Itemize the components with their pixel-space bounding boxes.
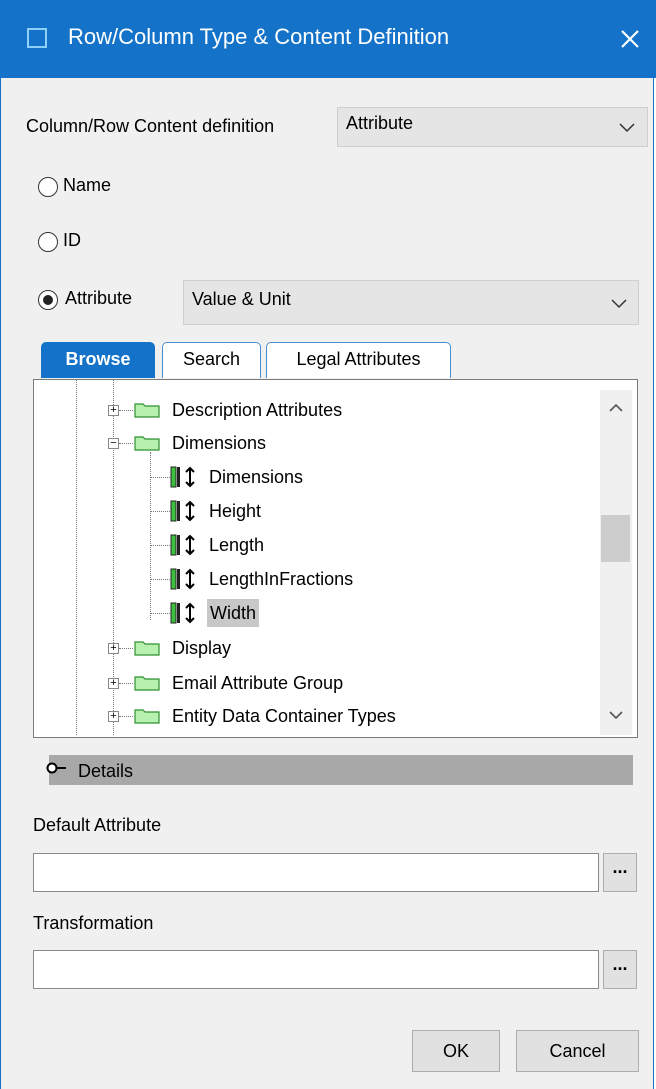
tree-item-label: Description Attributes <box>172 400 343 420</box>
expand-icon[interactable]: + <box>108 643 119 654</box>
tree-item-height[interactable]: Height <box>34 497 594 525</box>
dimension-attribute-icon <box>170 534 195 556</box>
tab-search[interactable]: Search <box>162 342 261 378</box>
tree-item-label: Length <box>209 535 265 555</box>
tree-scrollbar[interactable] <box>600 390 632 735</box>
radio-id-label: ID <box>63 230 81 250</box>
transformation-label: Transformation <box>33 913 154 933</box>
tree-item-description-attributes[interactable]: + Description Attributes <box>34 396 594 424</box>
tree-item-label-selected: Width <box>207 599 260 627</box>
tree-item-email-attribute-group[interactable]: + Email Attribute Group <box>34 669 594 697</box>
expand-icon[interactable]: + <box>108 678 119 689</box>
details-bar[interactable] <box>49 755 633 785</box>
scrollbar-thumb[interactable] <box>601 515 630 562</box>
tree-item-label: Entity Data Container Types <box>172 706 396 726</box>
dimension-attribute-icon <box>170 568 195 590</box>
tree-item-length[interactable]: Length <box>34 531 594 559</box>
tab-legal-attributes[interactable]: Legal Attributes <box>266 342 451 378</box>
tree-item-label: LengthInFractions <box>209 569 354 589</box>
tree-connector <box>119 410 133 411</box>
tree-connector <box>150 579 170 580</box>
folder-icon <box>134 676 160 691</box>
tree-item-lengthinfractions[interactable]: LengthInFractions <box>34 565 594 593</box>
transformation-input[interactable] <box>33 950 599 989</box>
content-definition-label: Column/Row Content definition <box>26 116 275 136</box>
close-icon <box>621 30 639 48</box>
folder-icon <box>134 641 160 656</box>
folder-icon <box>134 709 160 724</box>
attribute-type-select[interactable]: Value & Unit <box>183 280 639 325</box>
tree-item-label: Display <box>172 638 232 658</box>
transformation-browse-button[interactable]: ... <box>603 950 637 989</box>
cancel-button[interactable]: Cancel <box>516 1030 639 1072</box>
radio-name-circle[interactable] <box>38 177 58 197</box>
tree-connector <box>150 511 170 512</box>
close-button[interactable] <box>612 20 648 58</box>
scroll-up-icon[interactable] <box>608 403 624 413</box>
default-attribute-browse-button[interactable]: ... <box>603 853 637 892</box>
ok-button[interactable]: OK <box>412 1030 500 1072</box>
radio-attribute-label: Attribute <box>65 288 133 308</box>
content-definition-select[interactable]: Attribute <box>337 107 648 147</box>
key-icon <box>46 762 66 774</box>
dimension-attribute-icon <box>170 500 195 522</box>
scroll-down-icon[interactable] <box>608 710 624 720</box>
attribute-type-value: Value & Unit <box>192 289 291 309</box>
radio-name[interactable]: Name <box>38 174 138 200</box>
dimension-attribute-icon <box>170 602 195 624</box>
tree-connector <box>119 648 133 649</box>
tree-item-label: Dimensions <box>172 433 267 453</box>
tree-item-label: Height <box>209 501 262 521</box>
radio-attribute[interactable]: Attribute <box>38 287 178 313</box>
tree-connector <box>119 716 133 717</box>
tree-item-label: Email Attribute Group <box>172 673 344 693</box>
folder-open-icon <box>134 436 160 451</box>
default-attribute-label: Default Attribute <box>33 815 162 835</box>
expand-icon[interactable]: + <box>108 405 119 416</box>
radio-id[interactable]: ID <box>38 229 138 255</box>
tree-item-display[interactable]: + Display <box>34 634 594 662</box>
tree-connector <box>150 545 170 546</box>
tab-browse[interactable]: Browse <box>41 342 155 378</box>
tree-connector <box>119 683 133 684</box>
tree-connector <box>119 443 133 444</box>
dimension-attribute-icon <box>170 466 195 488</box>
tree-item-label: Dimensions <box>209 467 304 487</box>
default-attribute-input[interactable] <box>33 853 599 892</box>
tree-item-dimensions[interactable]: Dimensions <box>34 463 594 491</box>
tree-item-dimensions-folder[interactable]: − Dimensions <box>34 429 594 457</box>
chevron-down-icon <box>619 123 635 133</box>
attribute-tree[interactable]: + Description Attributes − Dimensions Di… <box>33 379 638 738</box>
chevron-down-icon <box>611 299 627 309</box>
details-label[interactable]: Details <box>78 761 133 782</box>
collapse-icon[interactable]: − <box>108 438 119 449</box>
tree-connector <box>150 613 170 614</box>
content-definition-value: Attribute <box>346 113 414 133</box>
app-icon <box>27 28 47 48</box>
radio-id-circle[interactable] <box>38 232 58 252</box>
radio-name-label: Name <box>63 175 112 195</box>
window-title: Row/Column Type & Content Definition <box>68 24 450 49</box>
expand-icon[interactable]: + <box>108 711 119 722</box>
tree-item-width[interactable]: Width <box>34 599 594 627</box>
folder-icon <box>134 403 160 418</box>
tree-item-entity-data-container-types[interactable]: + Entity Data Container Types <box>34 702 594 730</box>
tree-connector <box>150 477 170 478</box>
radio-attribute-circle[interactable] <box>38 290 58 310</box>
